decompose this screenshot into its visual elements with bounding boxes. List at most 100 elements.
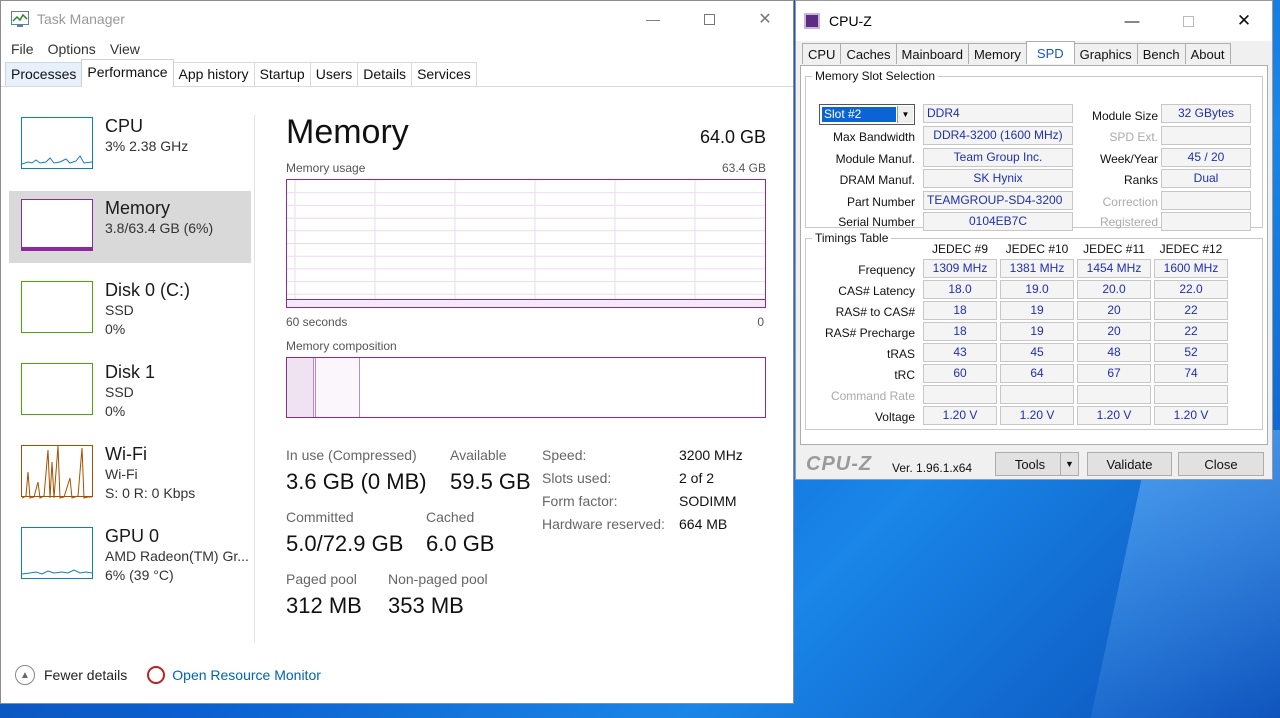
timing-cell: 20 — [1077, 322, 1151, 341]
sidebar-disk0-usage: 0% — [105, 321, 126, 337]
tools-dropdown-icon[interactable]: ▼ — [1060, 453, 1078, 475]
timing-cell — [923, 385, 997, 404]
sidebar-item-cpu[interactable]: CPU 3% 2.38 GHz — [9, 109, 251, 191]
cpuz-tab-bench[interactable]: Bench — [1136, 43, 1186, 64]
cpuz-tab-about[interactable]: About — [1184, 43, 1231, 64]
timing-cell: 43 — [923, 343, 997, 362]
cpuz-tab-spd[interactable]: SPD — [1025, 41, 1075, 64]
sidebar-cpu-name: CPU — [105, 116, 144, 136]
memory-usage-graph — [286, 179, 766, 308]
memory-slot-selection-group: Memory Slot Selection Slot #2 ▼ DDR4 Mod… — [805, 69, 1263, 231]
sidebar-wifi-type: Wi-Fi — [105, 466, 138, 482]
tab-startup[interactable]: Startup — [253, 62, 311, 86]
memory-usage-fill — [287, 299, 765, 307]
module-size-field: 32 GBytes — [1161, 104, 1251, 123]
memory-type-field: DDR4 — [923, 104, 1073, 123]
tab-details[interactable]: Details — [357, 62, 413, 86]
cpuz-tab-cpu[interactable]: CPU — [802, 43, 842, 64]
cpuz-minimize-button[interactable]: — — [1104, 1, 1160, 41]
sidebar-item-disk1[interactable]: Disk 1 SSD 0% — [9, 355, 251, 437]
menu-file[interactable]: File — [11, 41, 34, 57]
spd-panel: Memory Slot Selection Slot #2 ▼ DDR4 Mod… — [800, 65, 1268, 445]
minimize-button[interactable]: — — [625, 1, 681, 37]
nonpaged-pool-label: Non-paged pool — [388, 571, 488, 587]
sidebar-cpu-stats: 3% 2.38 GHz — [105, 138, 189, 154]
slot-dropdown[interactable]: Slot #2 ▼ — [819, 104, 915, 125]
timing-cell: 19 — [1000, 301, 1074, 320]
tab-app-history[interactable]: App history — [172, 62, 255, 86]
menu-options[interactable]: Options — [48, 41, 96, 57]
title-bar[interactable]: Task Manager — ✕ — [1, 1, 793, 37]
timing-cell: 1454 MHz — [1077, 259, 1151, 278]
dram-manuf-label: DRAM Manuf. — [839, 173, 915, 187]
sidebar-memory-name: Memory — [105, 198, 171, 218]
speed-label: Speed: — [542, 447, 587, 463]
committed-value: 5.0/72.9 GB — [286, 531, 404, 556]
cpuz-tab-caches[interactable]: Caches — [840, 43, 897, 64]
timing-cell: 60 — [923, 364, 997, 383]
form-factor-value: SODIMM — [679, 493, 737, 509]
tab-performance[interactable]: Performance — [81, 59, 174, 87]
module-size-label: Module Size — [1091, 109, 1158, 123]
validate-button[interactable]: Validate — [1087, 452, 1172, 476]
speed-value: 3200 MHz — [679, 447, 743, 463]
tab-processes[interactable]: Processes — [5, 62, 83, 86]
wifi-thumbnail-graph — [21, 445, 93, 499]
max-bandwidth-label: Max Bandwidth — [832, 130, 915, 144]
timing-row-label: RAS# Precharge — [824, 326, 915, 340]
cpuz-close-button[interactable]: ✕ — [1216, 1, 1272, 41]
cpuz-tab-memory[interactable]: Memory — [967, 43, 1027, 64]
cpuz-brand-logo: CPU-Z — [806, 453, 873, 475]
tab-users[interactable]: Users — [309, 62, 359, 86]
timing-cell: 64 — [1000, 364, 1074, 383]
tools-button[interactable]: Tools ▼ — [995, 452, 1079, 476]
timing-row-label: RAS# to CAS# — [835, 305, 915, 319]
timing-cell — [1154, 385, 1228, 404]
paged-pool-label: Paged pool — [286, 571, 357, 587]
gpu-sparkline — [21, 569, 93, 575]
timing-cell: 20 — [1077, 301, 1151, 320]
sidebar-item-disk0[interactable]: Disk 0 (C:) SSD 0% — [9, 273, 251, 355]
gpu-thumbnail-graph — [21, 527, 93, 579]
sidebar-disk1-type: SSD — [105, 384, 134, 400]
close-icon: ✕ — [758, 11, 772, 28]
timing-header: JEDEC #12 — [1159, 242, 1223, 256]
open-resource-monitor-link[interactable]: Open Resource Monitor — [147, 666, 321, 684]
timing-cell: 1600 MHz — [1154, 259, 1228, 278]
memory-composition-graph — [286, 357, 766, 418]
close-button[interactable]: ✕ — [737, 1, 793, 37]
timing-cell: 1.20 V — [1077, 406, 1151, 425]
menu-view[interactable]: View — [110, 41, 140, 57]
part-number-label: Part Number — [846, 195, 915, 209]
spd-ext-field — [1161, 126, 1251, 145]
cpuz-title-bar[interactable]: CPU-Z — ✕ — [796, 1, 1272, 41]
cpu-sparkline — [21, 155, 93, 165]
fewer-details-label: Fewer details — [44, 667, 128, 683]
maximize-button[interactable] — [681, 1, 737, 37]
sidebar-item-gpu0[interactable]: GPU 0 AMD Radeon(TM) Gr... 6% (39 °C) — [9, 519, 251, 601]
time-axis-zero: 0 — [757, 315, 764, 329]
timing-cell: 74 — [1154, 364, 1228, 383]
part-number-field: TEAMGROUP-SD4-3200 — [923, 191, 1073, 210]
timing-cell: 19 — [1000, 322, 1074, 341]
maximize-icon — [1182, 15, 1194, 27]
sidebar-item-memory[interactable]: Memory 3.8/63.4 GB (6%) — [9, 191, 251, 263]
composition-in-use — [287, 358, 314, 417]
cpuz-tab-graphics[interactable]: Graphics — [1073, 43, 1138, 64]
sidebar-gpu-model: AMD Radeon(TM) Gr... — [105, 548, 249, 564]
sidebar-wifi-name: Wi-Fi — [105, 444, 147, 464]
dram-manuf-field: SK Hynix — [923, 169, 1073, 188]
fewer-details-button[interactable]: ▲ Fewer details — [15, 665, 127, 685]
tab-services[interactable]: Services — [411, 62, 477, 86]
nonpaged-pool-value: 353 MB — [388, 593, 464, 618]
timing-cell: 52 — [1154, 343, 1228, 362]
sidebar-disk1-name: Disk 1 — [105, 362, 156, 382]
sidebar-divider — [254, 115, 255, 643]
sidebar-item-wifi[interactable]: Wi-Fi Wi-Fi S: 0 R: 0 Kbps — [9, 437, 251, 519]
hardware-reserved-label: Hardware reserved: — [542, 516, 665, 532]
timing-row-label: Command Rate — [830, 389, 915, 403]
cpuz-tab-mainboard[interactable]: Mainboard — [895, 43, 969, 64]
cpuz-maximize-button[interactable] — [1160, 1, 1216, 41]
close-app-button[interactable]: Close — [1178, 452, 1264, 476]
in-use-label: In use (Compressed) — [286, 447, 417, 463]
